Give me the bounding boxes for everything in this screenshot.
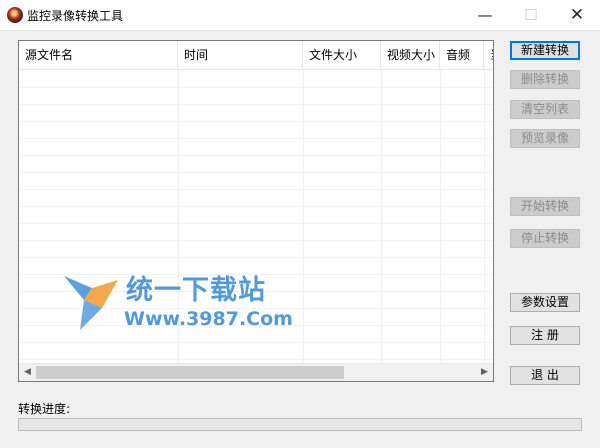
list-row [19,325,493,343]
clear-list-button[interactable]: 清空列表 [510,100,580,119]
register-button[interactable]: 注 册 [510,326,580,345]
list-row [19,87,493,105]
column-header-time[interactable]: 时间 [178,41,303,69]
conversion-progress-bar [18,418,582,431]
list-header: 源文件名 时间 文件大小 视频大小 音频 当 [19,41,493,70]
list-row [19,172,493,190]
settings-button[interactable]: 参数设置 [510,293,580,312]
column-divider [440,70,441,364]
list-row [19,274,493,292]
list-row [19,104,493,122]
column-header-source-file[interactable]: 源文件名 [19,41,178,69]
list-body [19,70,493,364]
list-row [19,257,493,275]
progress-label: 转换进度: [18,402,71,416]
maximize-button[interactable]: ☐ [508,0,554,30]
app-icon [7,7,23,23]
list-row [19,223,493,241]
start-conversion-button[interactable]: 开始转换 [510,197,580,216]
column-header-file-size[interactable]: 文件大小 [303,41,381,69]
preview-video-button[interactable]: 预览录像 [510,129,580,148]
scroll-left-icon[interactable]: ◀ [19,364,36,381]
list-row [19,291,493,309]
conversion-list[interactable]: 源文件名 时间 文件大小 视频大小 音频 当 ◀ ▶ [18,40,494,382]
list-row [19,70,493,88]
column-header-audio[interactable]: 音频 [440,41,484,69]
list-row [19,138,493,156]
title-bar: 监控录像转换工具 — ☐ ✕ [0,0,600,31]
delete-conversion-button[interactable]: 删除转换 [510,70,580,89]
close-button[interactable]: ✕ [554,0,600,30]
stop-conversion-button[interactable]: 停止转换 [510,229,580,248]
column-header-video-size[interactable]: 视频大小 [381,41,440,69]
list-row [19,342,493,360]
minimize-button[interactable]: — [462,0,508,30]
exit-button[interactable]: 退 出 [510,366,580,385]
column-header-partial[interactable]: 当 [484,41,493,69]
list-row [19,240,493,258]
list-row [19,121,493,139]
column-divider [484,70,485,364]
list-row [19,206,493,224]
new-conversion-button[interactable]: 新建转换 [510,41,580,60]
column-divider [178,70,179,364]
list-row [19,155,493,173]
horizontal-scrollbar[interactable]: ◀ ▶ [19,363,493,381]
window-title: 监控录像转换工具 [27,9,124,23]
column-divider [303,70,304,364]
list-row [19,308,493,326]
list-row [19,189,493,207]
scrollbar-thumb[interactable] [36,366,344,379]
scroll-right-icon[interactable]: ▶ [476,364,493,381]
column-divider [381,70,382,364]
